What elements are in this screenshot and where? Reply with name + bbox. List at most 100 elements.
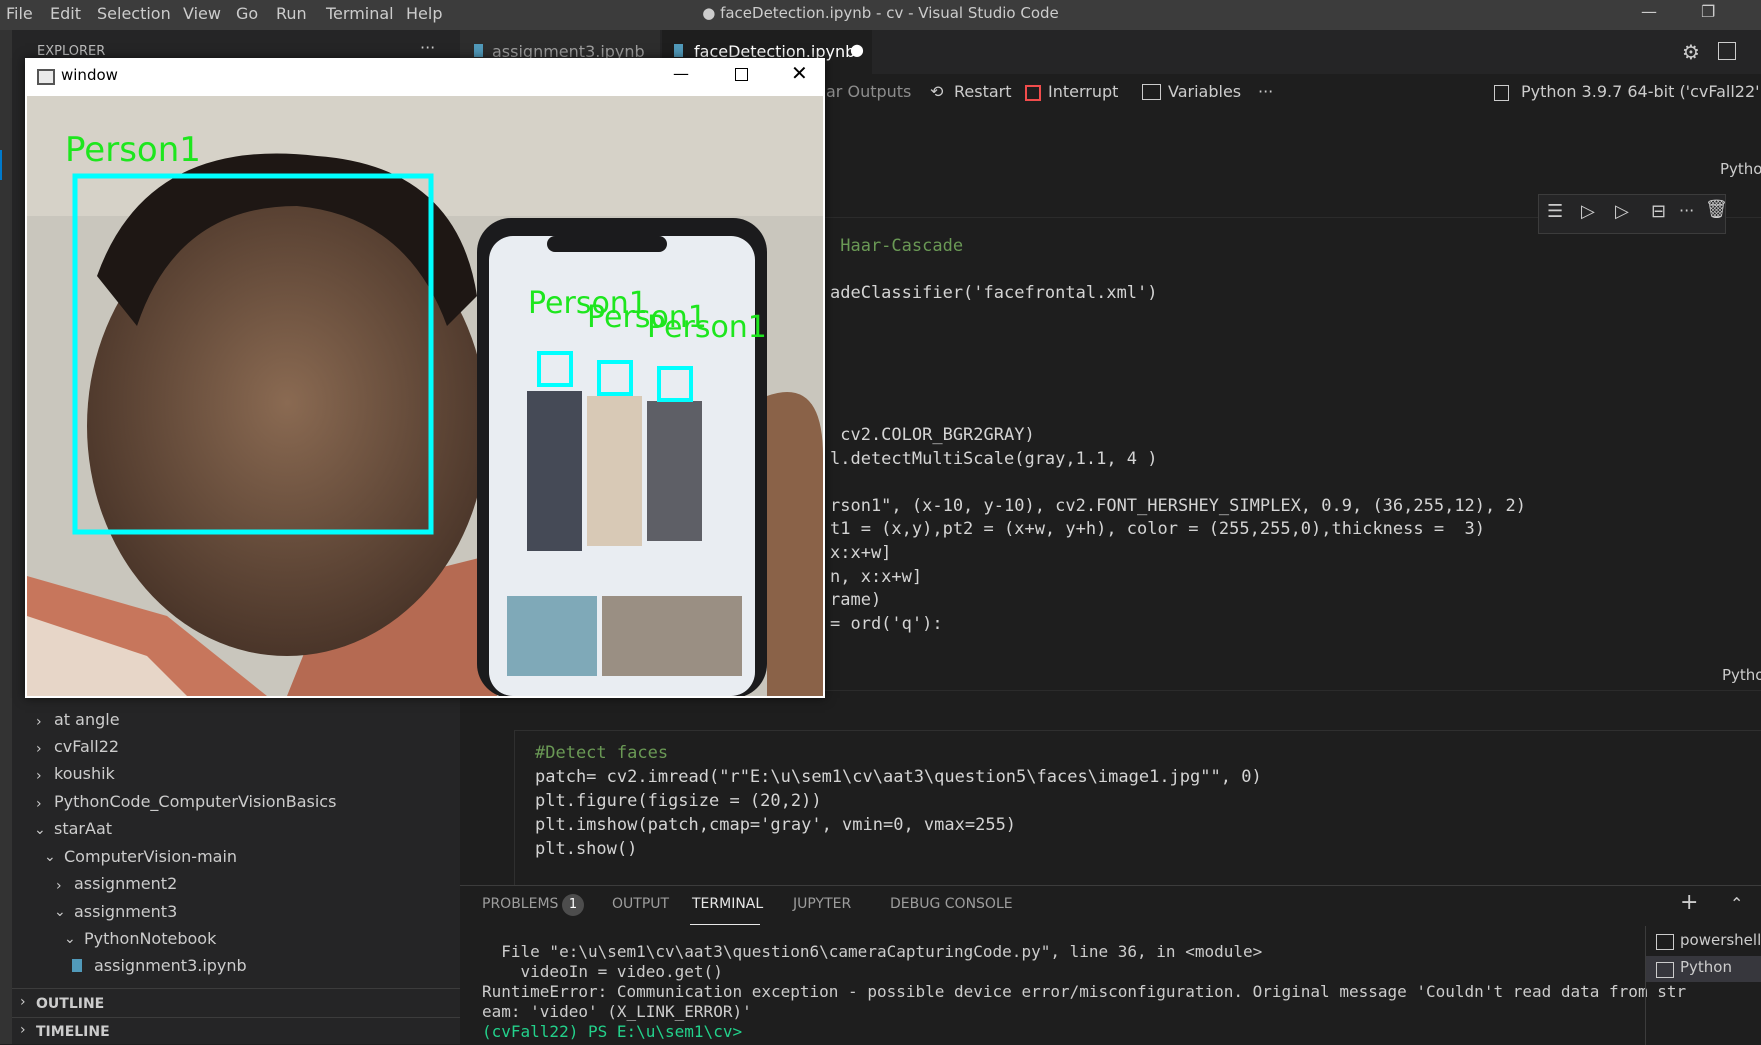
close-icon[interactable]: ✕: [791, 61, 808, 85]
tree-item-computervision-main[interactable]: ComputerVision-main: [64, 847, 237, 866]
chevron-right-icon: ›: [36, 741, 42, 757]
problems-count-badge: 1: [562, 894, 584, 916]
bottom-panel: PROBLEMS 1 OUTPUT TERMINAL JUPYTER DEBUG…: [460, 885, 1761, 1045]
opencv-window[interactable]: window — ✕ Person1 Person1 Person1 Perso…: [25, 58, 825, 698]
restart-icon[interactable]: ⟲: [930, 82, 943, 101]
chevron-down-icon: ⌄: [34, 822, 46, 838]
chevron-down-icon: ⌄: [44, 849, 56, 865]
code-line: #Detect faces: [535, 743, 669, 763]
cell-toolbar: ☰ ▷ ▷ ⊟ ··· 🗑: [1538, 194, 1728, 234]
window-app-icon: [37, 69, 55, 85]
tree-item-pythoncode[interactable]: PythonCode_ComputerVisionBasics: [54, 792, 336, 811]
terminal-line: eam: 'video' (X_LINK_ERROR)': [482, 1002, 752, 1021]
gear-icon[interactable]: ⚙: [1682, 40, 1700, 64]
tree-item-assignment3-ipynb[interactable]: assignment3.ipynb: [94, 956, 247, 975]
terminal-line: RuntimeError: Communication exception - …: [482, 982, 1687, 1001]
cell-language-label[interactable]: Python: [1722, 666, 1761, 684]
explorer-title: EXPLORER: [37, 44, 106, 59]
opencv-title-bar[interactable]: window — ✕: [25, 58, 825, 96]
tab-terminal[interactable]: TERMINAL: [692, 896, 763, 912]
code-line: cv2.COLOR_BGR2GRAY): [830, 425, 1035, 445]
tree-item-at-angle[interactable]: at angle: [54, 710, 120, 729]
divider: [12, 1017, 460, 1018]
cell-more-icon[interactable]: ···: [1679, 201, 1694, 220]
chevron-right-icon: ›: [36, 768, 42, 784]
tree-item-cvfall22[interactable]: cvFall22: [54, 737, 119, 756]
restart-button[interactable]: Restart: [954, 82, 1012, 101]
tab-output[interactable]: OUTPUT: [612, 896, 669, 912]
chevron-right-icon: ›: [36, 714, 42, 730]
terminal-list-divider: [1645, 926, 1646, 1045]
title-bar: File Edit Selection View Go Run Terminal…: [0, 0, 1761, 30]
tree-item-koushik[interactable]: koushik: [54, 764, 115, 783]
tree-item-staraat[interactable]: starAat: [54, 819, 112, 838]
explorer-more-icon[interactable]: ···: [420, 38, 435, 57]
camera-frame: Person1 Person1 Person1 Person1: [27, 96, 823, 696]
code-line: patch= cv2.imread("r"E:\u\sem1\cv\aat3\q…: [535, 767, 1262, 787]
notebook-file-icon: [474, 44, 483, 57]
more-actions-icon[interactable]: ···: [1258, 82, 1273, 101]
tree-item-pythonnotebook[interactable]: PythonNotebook: [84, 929, 216, 948]
kernel-selector[interactable]: Python 3.9.7 64-bit ('cvFall22': ven: [1521, 82, 1761, 101]
code-line: = ord('q'):: [830, 614, 943, 634]
terminal-item-python[interactable]: Python: [1680, 958, 1732, 976]
notebook-file-icon: [674, 44, 683, 57]
delete-cell-icon[interactable]: 🗑: [1705, 199, 1728, 220]
new-terminal-icon[interactable]: +: [1680, 890, 1698, 915]
active-tab-underline: [690, 924, 760, 925]
tab-jupyter[interactable]: JUPYTER: [793, 896, 851, 912]
code-line: adeClassifier('facefrontal.xml'): [830, 283, 1158, 303]
terminal-item-powershell[interactable]: powershell: [1680, 931, 1761, 949]
unsaved-dot-icon[interactable]: ●: [850, 40, 864, 59]
code-line: n, x:x+w]: [830, 567, 923, 587]
activity-bar: [0, 30, 12, 1044]
camera-frame-image: [27, 96, 823, 696]
opencv-window-title: window: [61, 66, 118, 84]
interrupt-button[interactable]: Interrupt: [1048, 82, 1118, 101]
chevron-down-icon: ⌄: [64, 931, 76, 947]
window-title: ● faceDetection.ipynb - cv - Visual Stud…: [702, 4, 1059, 22]
code-line: Haar-Cascade: [830, 236, 964, 256]
variables-button[interactable]: Variables: [1168, 82, 1241, 101]
run-by-line-icon[interactable]: ☰: [1547, 201, 1563, 222]
face-label: Person1: [647, 310, 767, 345]
code-cell[interactable]: #Detect faces patch= cv2.imread("r"E:\u\…: [514, 730, 1761, 892]
terminal-icon: [1656, 934, 1674, 950]
interrupt-icon[interactable]: [1025, 85, 1041, 101]
split-cell-icon[interactable]: ⊟: [1651, 201, 1666, 222]
code-line: plt.show(): [535, 839, 638, 859]
chevron-right-icon: ›: [20, 994, 26, 1010]
minimize-icon[interactable]: —: [1641, 2, 1657, 21]
tree-item-assignment2[interactable]: assignment2: [74, 874, 177, 893]
notebook-file-icon: [72, 959, 82, 972]
tree-item-assignment3[interactable]: assignment3: [74, 902, 177, 921]
chevron-down-icon: ⌄: [54, 904, 66, 920]
active-indicator: [0, 150, 2, 180]
terminal-line: videoIn = video.get(): [482, 962, 723, 981]
chevron-right-icon: ›: [36, 796, 42, 812]
code-line: x:x+w]: [830, 543, 892, 563]
clear-outputs-button[interactable]: ar Outputs: [826, 82, 911, 101]
terminal-icon: [1656, 962, 1674, 978]
minimize-icon[interactable]: —: [673, 64, 689, 83]
run-above-icon[interactable]: ▷: [1581, 201, 1595, 222]
code-line: t1 = (x,y),pt2 = (x+w, y+h), color = (25…: [830, 519, 1486, 539]
code-line: plt.imshow(patch,cmap='gray', vmin=0, vm…: [535, 815, 1017, 835]
code-line: rson1", (x-10, y-10), cv2.FONT_HERSHEY_S…: [830, 496, 1526, 516]
divider: [12, 988, 460, 989]
maximize-panel-icon[interactable]: ⌃: [1730, 894, 1743, 913]
tab-problems[interactable]: PROBLEMS: [482, 896, 558, 912]
outline-section[interactable]: OUTLINE: [36, 996, 104, 1012]
maximize-icon[interactable]: [735, 68, 748, 81]
split-editor-icon[interactable]: [1718, 42, 1736, 60]
run-below-icon[interactable]: ▷: [1615, 201, 1629, 222]
restore-icon[interactable]: ❐: [1701, 2, 1715, 21]
cell-language-label[interactable]: Python: [1720, 160, 1761, 178]
timeline-section[interactable]: TIMELINE: [36, 1024, 110, 1040]
code-line: plt.figure(figsize = (20,2)): [535, 791, 822, 811]
code-line: rame): [830, 590, 882, 610]
terminal-prompt[interactable]: (cvFall22) PS E:\u\sem1\cv>: [482, 1022, 742, 1041]
kernel-icon: [1494, 85, 1509, 101]
terminal-line: File "e:\u\sem1\cv\aat3\question6\camera…: [482, 942, 1263, 961]
tab-debug-console[interactable]: DEBUG CONSOLE: [890, 896, 1013, 912]
